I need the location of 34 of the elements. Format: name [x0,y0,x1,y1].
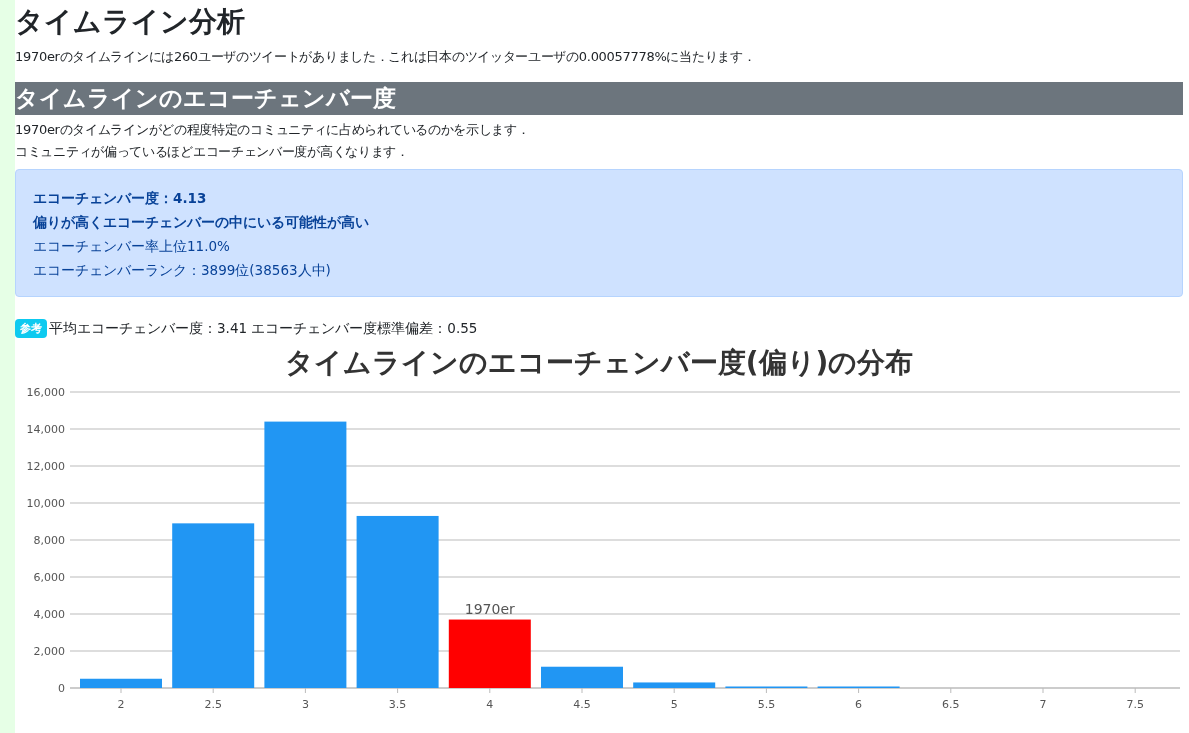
chart-title: タイムラインのエコーチェンバー度(偏り)の分布 [283,345,915,381]
x-tick-label: 5 [670,698,678,711]
bar-label: 1970er [464,600,515,617]
section-heading: タイムラインのエコーチェンバー度 [15,82,1183,115]
summary-text: 1970erのタイムラインには260ユーザのツイートがありました．これは日本のツイッターユーザの0.00057778%に当たります． [15,48,757,66]
description-text: コミュニティが偏っているほどエコーチェンバー度が高くなります． [15,143,410,161]
x-tick-label: 2 [117,698,125,711]
x-tick-label: 4 [486,698,494,711]
y-tick-label: 14,000 [26,423,65,436]
y-tick-label: 8,000 [33,534,65,547]
x-tick-label: 6 [855,698,863,711]
y-tick-label: 12,000 [26,460,65,473]
x-tick-label: 2.5 [204,698,222,711]
x-tick-label: 3.5 [388,698,407,711]
result-text: エコーチェンバー度：4.13 [33,189,208,208]
reference-text: 平均エコーチェンバー度：3.41 エコーチェンバー度標準偏差：0.55 [49,319,478,338]
y-tick-label: 6,000 [33,571,65,584]
description-text: 1970erのタイムラインがどの程度特定のコミュニティに占められているのかを示します． [15,121,531,139]
x-tick-label: 5.5 [757,698,776,711]
result-text: エコーチェンバーランク：3899位(38563人中) [33,261,332,280]
y-tick-label: 16,000 [26,386,65,399]
result-text: エコーチェンバー率上位11.0% [33,237,231,256]
x-tick-label: 6.5 [942,698,960,711]
x-tick-label: 4.5 [573,698,591,711]
x-tick-label: 7 [1039,698,1047,711]
y-tick-label: 10,000 [26,497,65,510]
y-tick-label: 0 [58,682,65,695]
y-tick-label: 2,000 [33,645,65,658]
page-title: タイムライン分析 [15,4,246,40]
x-tick-label: 3 [301,698,309,711]
y-tick-label: 4,000 [33,608,65,621]
result-text: 偏りが高くエコーチェンバーの中にいる可能性が高い [33,213,370,232]
reference-badge: 参考 [15,319,47,338]
x-tick-label: 7.5 [1126,698,1144,711]
